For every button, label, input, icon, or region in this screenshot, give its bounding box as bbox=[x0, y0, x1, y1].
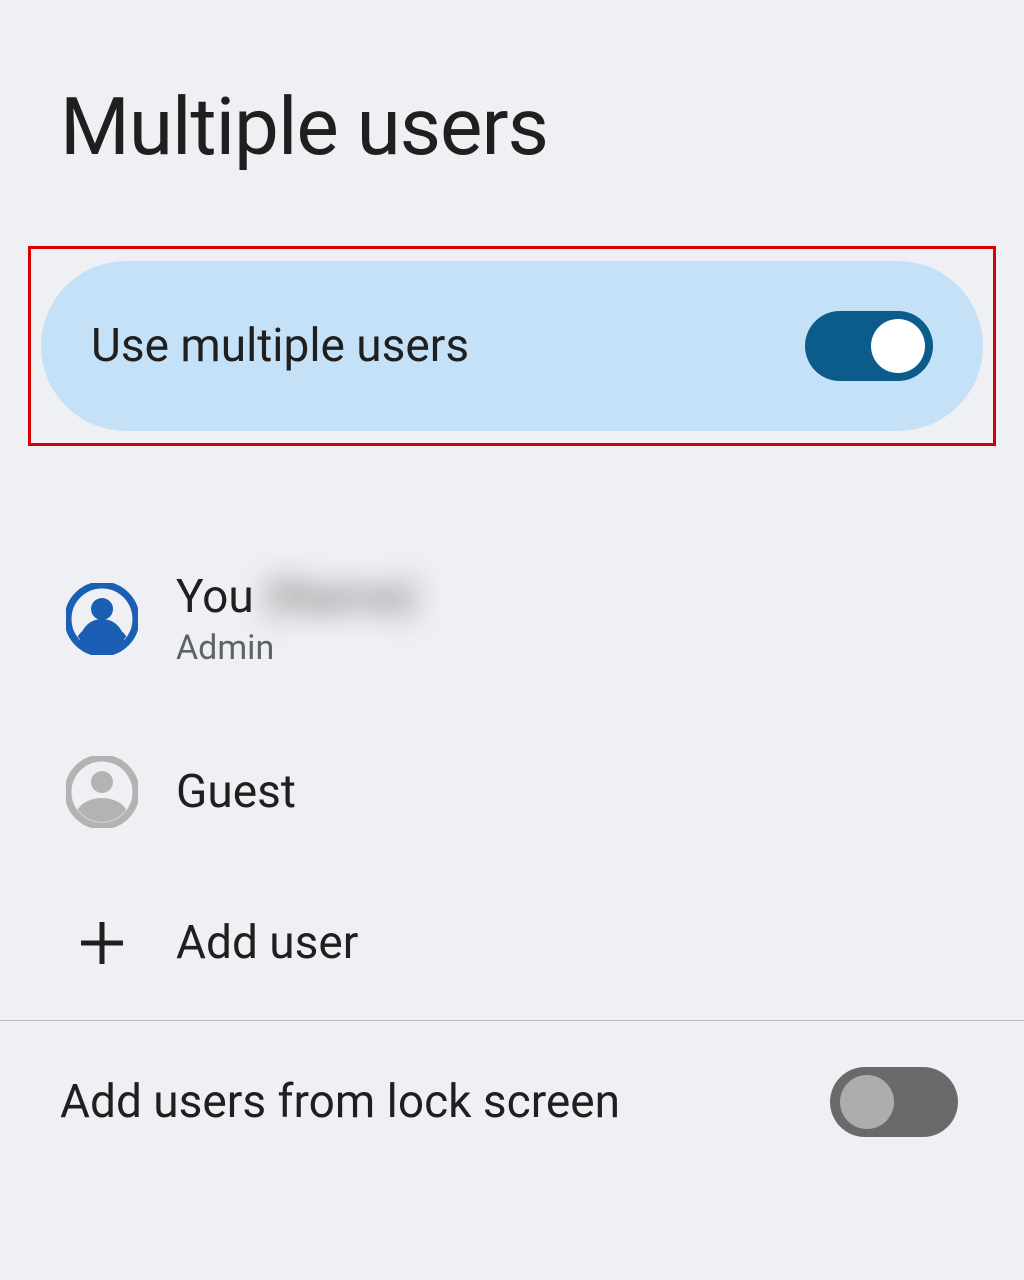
user-row-you[interactable]: You (Name) Admin bbox=[0, 546, 1024, 692]
plus-icon bbox=[66, 918, 138, 968]
guest-label: Guest bbox=[176, 765, 296, 819]
user-name-blurred: (Name) bbox=[264, 570, 418, 624]
user-row-guest[interactable]: Guest bbox=[0, 732, 1024, 852]
add-user-row[interactable]: Add user bbox=[0, 892, 1024, 1020]
switch-thumb-icon bbox=[840, 1075, 894, 1129]
highlighted-toggle-container: Use multiple users bbox=[28, 246, 996, 446]
use-multiple-users-label: Use multiple users bbox=[91, 319, 469, 373]
user-role-label: Admin bbox=[176, 628, 418, 668]
user-name-you: You (Name) bbox=[176, 570, 418, 624]
add-from-lock-screen-row[interactable]: Add users from lock screen bbox=[0, 1021, 1024, 1137]
switch-thumb-icon bbox=[871, 319, 925, 373]
guest-avatar-icon bbox=[66, 756, 138, 828]
user-name-label: You bbox=[176, 570, 254, 624]
use-multiple-users-row[interactable]: Use multiple users bbox=[41, 261, 983, 431]
user-avatar-icon bbox=[66, 583, 138, 655]
user-list: You (Name) Admin Guest Add use bbox=[0, 546, 1024, 1020]
add-from-lock-screen-switch[interactable] bbox=[830, 1067, 958, 1137]
add-from-lock-screen-label: Add users from lock screen bbox=[60, 1075, 620, 1129]
use-multiple-users-switch[interactable] bbox=[805, 311, 933, 381]
page-title: Multiple users bbox=[0, 0, 1024, 174]
add-user-label: Add user bbox=[176, 916, 358, 970]
